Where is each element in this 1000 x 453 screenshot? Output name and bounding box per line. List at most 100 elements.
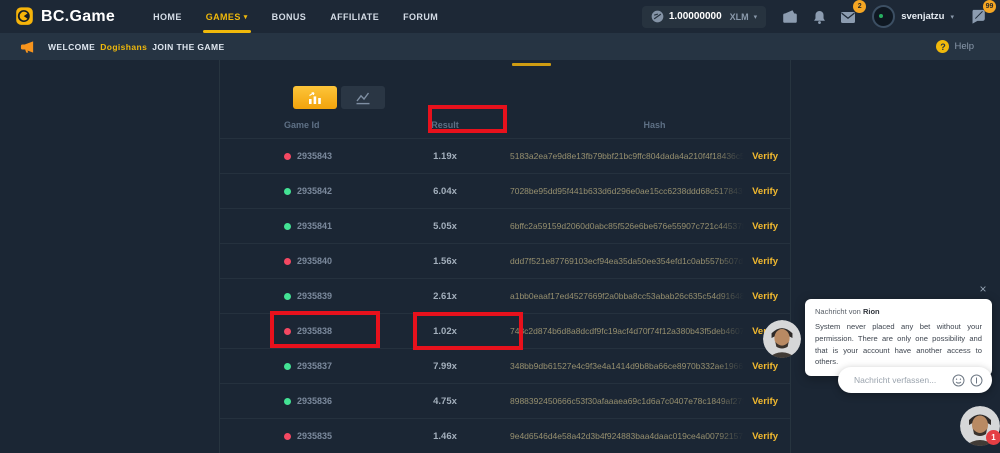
announcement-bar: WELCOME Dogishans JOIN THE GAME ? Help <box>0 33 1000 60</box>
megaphone-icon <box>20 40 35 54</box>
hash-value: 7028be95dd95f441b633d6d296e0ae15cc6238dd… <box>510 186 744 196</box>
messages-button[interactable]: 2 <box>836 5 860 29</box>
help-icon: ? <box>936 40 949 53</box>
nav-item-bonus[interactable]: BONUS <box>260 0 319 33</box>
history-rows: 2935843 1.19x 5183a2ea7e9d8e13fb79bbf21b… <box>220 138 790 453</box>
help-label: Help <box>954 41 974 52</box>
user-menu[interactable]: svenjatzu ▾ <box>872 5 954 28</box>
logo-text: BC.Game <box>41 8 115 26</box>
game-id: 2935843 <box>297 151 332 161</box>
table-row: 2935837 7.99x 348bb9db61527e4c9f3e4a1414… <box>220 348 790 383</box>
nav-item-home[interactable]: HOME <box>141 0 194 33</box>
chevron-down-icon: ▾ <box>950 13 954 21</box>
table-row: 2935836 4.75x 8988392450666c53f30afaaaea… <box>220 383 790 418</box>
welcome-message: WELCOME Dogishans JOIN THE GAME <box>48 42 225 52</box>
game-id-cell: 2935835 <box>284 431 380 441</box>
support-chat-button[interactable]: 99 <box>966 5 990 29</box>
game-id: 2935835 <box>297 431 332 441</box>
tab-trend-chart-view[interactable] <box>341 86 385 109</box>
game-id-cell: 2935837 <box>284 361 380 371</box>
table-row: 2935842 6.04x 7028be95dd95f441b633d6d296… <box>220 173 790 208</box>
main-nav: HOME GAMES ▾ BONUS AFFILIATE FORUM <box>141 0 450 33</box>
hash-value: 8988392450666c53f30afaaaea69c1d6a7c0407e… <box>510 396 744 406</box>
status-dot <box>284 258 291 265</box>
result-value: 2.61x <box>380 291 510 302</box>
verify-link[interactable]: Verify <box>744 221 778 232</box>
chat-message-bubble: Nachricht von Rion System never placed a… <box>805 299 992 376</box>
close-icon: × <box>979 282 986 296</box>
game-id-cell: 2935840 <box>284 256 380 266</box>
info-button[interactable] <box>970 374 983 387</box>
page-root: BC.Game HOME GAMES ▾ BONUS AFFILIATE FOR… <box>0 0 1000 453</box>
verify-link[interactable]: Verify <box>744 291 778 302</box>
table-row: 2935835 1.46x 9e4d6546d4e58a42d3b4f92488… <box>220 418 790 453</box>
annotation-box-result-header <box>428 105 507 133</box>
trend-chart-icon <box>355 91 371 105</box>
status-dot <box>284 433 291 440</box>
game-id-cell: 2935836 <box>284 396 380 406</box>
username: svenjatzu <box>901 11 944 22</box>
chat-input[interactable] <box>852 374 947 386</box>
message-text: System never placed any bet without your… <box>815 321 982 368</box>
support-chat-badge: 99 <box>983 0 996 13</box>
message-sender-line: Nachricht von Rion <box>815 307 982 316</box>
nav-item-games[interactable]: GAMES ▾ <box>194 0 260 33</box>
brand-logo[interactable]: BC.Game <box>14 6 115 27</box>
verify-link[interactable]: Verify <box>744 151 778 162</box>
wallet-button[interactable] <box>778 5 802 29</box>
table-row: 2935843 1.19x 5183a2ea7e9d8e13fb79bbf21b… <box>220 138 790 173</box>
game-id: 2935839 <box>297 291 332 301</box>
status-dot <box>284 188 291 195</box>
game-id-cell: 2935841 <box>284 221 380 231</box>
coin-icon <box>651 10 664 23</box>
table-row: 2935839 2.61x a1bb0eaaf17ed4527669f2a0bb… <box>220 278 790 313</box>
status-dot <box>284 223 291 230</box>
chevron-down-icon: ▾ <box>244 13 248 21</box>
verify-link[interactable]: Verify <box>744 256 778 267</box>
balance-currency: XLM <box>730 12 749 22</box>
chat-launcher-badge: 1 <box>986 430 1000 445</box>
tab-bar-chart-view[interactable] <box>293 86 337 109</box>
nav-item-affiliate[interactable]: AFFILIATE <box>318 0 391 33</box>
emoji-button[interactable] <box>952 374 965 387</box>
welcome-label: WELCOME <box>48 42 95 52</box>
chat-message-avatar <box>763 320 801 358</box>
view-toggle <box>293 86 385 109</box>
result-value: 7.99x <box>380 361 510 372</box>
hash-value: a1bb0eaaf17ed4527669f2a0bba8cc53abab26c6… <box>510 291 744 301</box>
chat-input-container <box>838 367 992 393</box>
result-value: 4.75x <box>380 396 510 407</box>
hash-value: 5183a2ea7e9d8e13fb79bbf21bc9ffc804dada4a… <box>510 151 744 161</box>
game-id: 2935837 <box>297 361 332 371</box>
result-value: 1.46x <box>380 431 510 442</box>
logo-icon <box>14 6 35 27</box>
result-value: 1.56x <box>380 256 510 267</box>
game-id: 2935836 <box>297 396 332 406</box>
hash-value: 348bb9db61527e4c9f3e4a1414d9b8ba66ce8970… <box>510 361 744 371</box>
game-id-cell: 2935842 <box>284 186 380 196</box>
notifications-button[interactable] <box>807 5 831 29</box>
balance-amount: 1.00000000 <box>669 11 722 22</box>
hash-value: 9e4d6546d4e58a42d3b4f924883baa4daac019ce… <box>510 431 744 441</box>
verify-link[interactable]: Verify <box>744 361 778 372</box>
status-dot <box>284 153 291 160</box>
nav-item-forum[interactable]: FORUM <box>391 0 450 33</box>
balance-selector[interactable]: 1.00000000 XLM ▾ <box>642 6 766 28</box>
status-dot <box>284 363 291 370</box>
status-dot <box>284 293 291 300</box>
wallet-icon <box>782 9 798 24</box>
chat-close-button[interactable]: × <box>976 282 990 296</box>
column-header-hash: Hash <box>510 120 744 130</box>
hash-value: ddd7f521e87769103ecf94ea35da50ee354efd1c… <box>510 256 744 266</box>
game-id: 2935840 <box>297 256 332 266</box>
chat-launcher[interactable]: 1 <box>960 406 1000 446</box>
game-id-cell: 2935843 <box>284 151 380 161</box>
verify-link[interactable]: Verify <box>744 396 778 407</box>
chevron-down-icon: ▾ <box>754 13 758 21</box>
verify-link[interactable]: Verify <box>744 186 778 197</box>
verify-link[interactable]: Verify <box>744 431 778 442</box>
column-header-game-id: Game Id <box>284 120 380 130</box>
welcome-username[interactable]: Dogishans <box>100 42 147 52</box>
help-button[interactable]: ? Help <box>936 40 974 53</box>
envelope-icon <box>840 10 856 24</box>
